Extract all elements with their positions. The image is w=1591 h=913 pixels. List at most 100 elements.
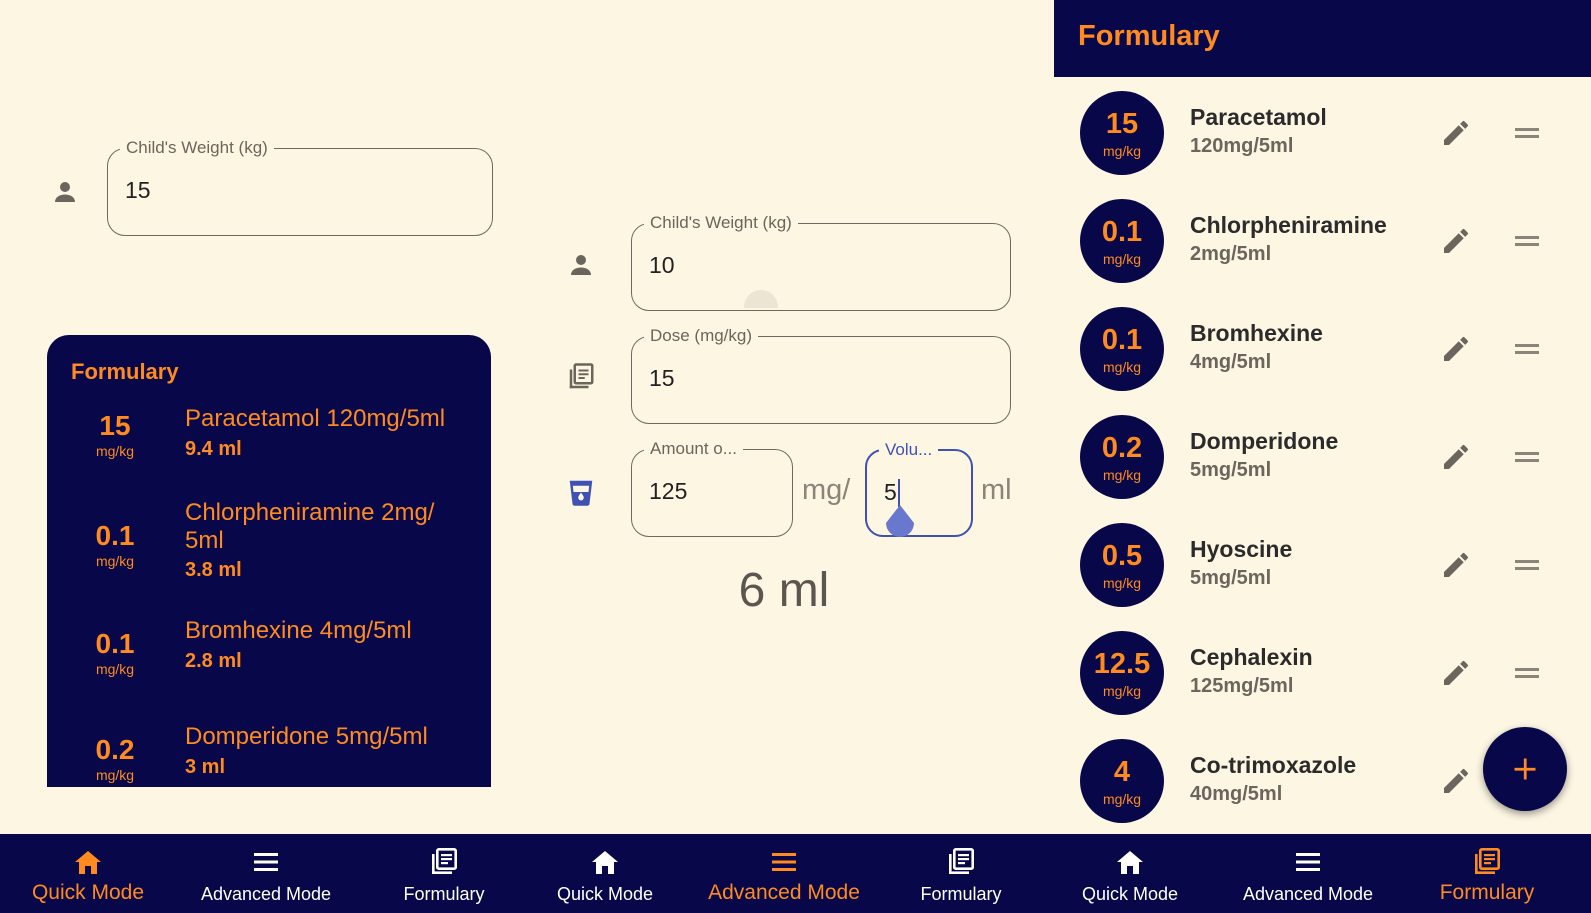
text-cursor-handle[interactable]	[883, 505, 917, 543]
plus-icon	[1514, 758, 1536, 780]
nav-item-advanced-mode[interactable]: Advanced Mode	[1223, 834, 1393, 913]
dose-input[interactable]: Dose (mg/kg) 15	[631, 326, 1011, 424]
dose-value: 0.1	[95, 520, 135, 551]
ripple-indicator	[744, 290, 778, 308]
edit-icon[interactable]	[1440, 657, 1472, 689]
menu-icon	[1296, 853, 1320, 871]
drug-name: Chlorpheniramine 2mg/ 5ml	[185, 499, 435, 554]
drug-name: Domperidone 5mg/5ml	[185, 723, 428, 750]
list-item[interactable]: 0.5 mg/kg Hyoscine 5mg/5ml	[1054, 511, 1591, 619]
edit-icon[interactable]	[1440, 225, 1472, 257]
drag-handle-icon[interactable]	[1512, 119, 1542, 147]
dose-badge: 0.1 mg/kg	[1080, 307, 1164, 391]
dose-value: 0.1	[1101, 324, 1143, 356]
dose-value: 0.5	[1101, 540, 1143, 572]
add-drug-button[interactable]	[1483, 727, 1567, 811]
home-icon	[1117, 851, 1143, 874]
list-item[interactable]: 12.5 mg/kg Cephalexin 125mg/5ml	[1054, 619, 1591, 727]
drag-handle-icon[interactable]	[1512, 335, 1542, 363]
nav-item-advanced-mode[interactable]: Advanced Mode	[699, 834, 869, 913]
drug-volume: 3 ml	[185, 756, 226, 778]
list-item[interactable]: 15 mg/kg Paracetamol 120mg/5ml 9.4 ml	[47, 405, 491, 505]
library-books-icon	[949, 847, 974, 874]
volume-input[interactable]: Volu... 5	[865, 440, 973, 537]
volume-value[interactable]: 5	[884, 479, 897, 506]
list-item[interactable]: 0.1 mg/kg Bromhexine 4mg/5ml	[1054, 295, 1591, 403]
list-item[interactable]: 15 mg/kg Paracetamol 120mg/5ml	[1054, 79, 1591, 187]
drug-volume: 3.8 ml	[185, 559, 242, 581]
nav-label: Quick Mode	[31, 881, 145, 904]
nav-label: Formulary	[1439, 881, 1535, 904]
menu-icon	[772, 853, 796, 871]
local-drink-icon	[569, 480, 593, 506]
drug-volume: 2.8 ml	[185, 650, 242, 672]
child-weight-input[interactable]: Child's Weight (kg) 10	[631, 213, 1011, 311]
dose-unit: mg/kg	[1102, 143, 1142, 159]
advanced-mode-screen: Child's Weight (kg) 10 Dose (mg/kg) 15 A…	[524, 0, 1054, 834]
drug-name: Paracetamol	[1190, 104, 1327, 130]
amount-input[interactable]: Amount o... 125	[631, 439, 793, 537]
edit-icon[interactable]	[1440, 117, 1472, 149]
home-icon	[75, 851, 101, 874]
nav-label: Quick Mode	[556, 884, 654, 904]
dose-value: 12.5	[1093, 648, 1151, 680]
list-item[interactable]: 0.2 mg/kg Domperidone 5mg/5ml 3 ml	[47, 723, 491, 787]
nav-label: Advanced Mode	[200, 884, 332, 904]
drug-name: Co-trimoxazole	[1190, 752, 1357, 778]
dose-badge: 0.2 mg/kg	[1080, 415, 1164, 499]
drag-handle-icon[interactable]	[1512, 551, 1542, 579]
drug-concentration: 2mg/5ml	[1190, 243, 1272, 265]
volume-label: Volu...	[879, 440, 939, 460]
drug-name: Paracetamol 120mg/5ml	[185, 405, 446, 432]
nav-item-formulary[interactable]: Formulary	[359, 834, 529, 913]
drug-concentration: 40mg/5ml	[1190, 783, 1283, 805]
nav-label: Formulary	[403, 884, 485, 904]
formulary-card-title: Formulary	[71, 359, 179, 384]
home-icon	[592, 851, 618, 874]
page-title: Formulary	[1078, 20, 1220, 52]
edit-icon[interactable]	[1440, 441, 1472, 473]
dose-unit: mg/kg	[1102, 467, 1142, 483]
menu-icon	[254, 853, 278, 871]
dose-badge: 0.1 mg/kg	[1080, 199, 1164, 283]
nav-item-quick-mode[interactable]: Quick Mode	[3, 834, 173, 913]
drug-name: Cephalexin	[1190, 644, 1313, 670]
dose-value: 0.2	[95, 734, 135, 765]
amount-value[interactable]: 125	[649, 478, 687, 505]
nav-item-formulary[interactable]: Formulary	[1402, 834, 1572, 913]
list-item[interactable]: 0.2 mg/kg Domperidone 5mg/5ml	[1054, 403, 1591, 511]
dose-value[interactable]: 15	[649, 365, 675, 392]
edit-icon[interactable]	[1440, 549, 1472, 581]
dose-value: 15	[1105, 108, 1139, 140]
nav-item-advanced-mode[interactable]: Advanced Mode	[181, 834, 351, 913]
dose-unit: mg/kg	[95, 443, 135, 459]
drug-name: Hyoscine	[1190, 536, 1293, 562]
child-weight-input[interactable]: Child's Weight (kg) 15	[107, 138, 493, 236]
nav-label: Formulary	[920, 884, 1002, 904]
drag-handle-icon[interactable]	[1512, 443, 1542, 471]
dose-value: 0.1	[1101, 216, 1143, 248]
list-item[interactable]: 0.1 mg/kg Bromhexine 4mg/5ml 2.8 ml	[47, 617, 491, 717]
edit-icon[interactable]	[1440, 333, 1472, 365]
dose-unit: mg/kg	[95, 767, 135, 783]
list-item[interactable]: 0.1 mg/kg Chlorpheniramine 2mg/5ml	[1054, 187, 1591, 295]
nav-label: Quick Mode	[1081, 884, 1179, 904]
drug-concentration: 5mg/5ml	[1190, 459, 1272, 481]
edit-icon[interactable]	[1440, 765, 1472, 797]
drug-name: Bromhexine 4mg/5ml	[185, 617, 412, 644]
nav-item-formulary[interactable]: Formulary	[876, 834, 1046, 913]
nav-item-quick-mode[interactable]: Quick Mode	[1045, 834, 1215, 913]
dose-badge: 12.5 mg/kg	[1080, 631, 1164, 715]
drug-concentration: 5mg/5ml	[1190, 567, 1272, 589]
drag-handle-icon[interactable]	[1512, 227, 1542, 255]
child-weight-value[interactable]: 15	[125, 177, 151, 204]
drag-handle-icon[interactable]	[1512, 659, 1542, 687]
drug-volume: 9.4 ml	[185, 438, 242, 460]
dose-unit: mg/kg	[95, 553, 135, 569]
list-item[interactable]: 0.1 mg/kg Chlorpheniramine 2mg/ 5ml 3.8 …	[47, 499, 491, 619]
bottom-navigation: Quick Mode Advanced Mode Formulary Quick…	[0, 834, 1591, 913]
child-weight-label: Child's Weight (kg)	[644, 213, 798, 233]
child-weight-value[interactable]: 10	[649, 252, 675, 279]
dose-badge: 4 mg/kg	[1080, 739, 1164, 823]
nav-item-quick-mode[interactable]: Quick Mode	[520, 834, 690, 913]
